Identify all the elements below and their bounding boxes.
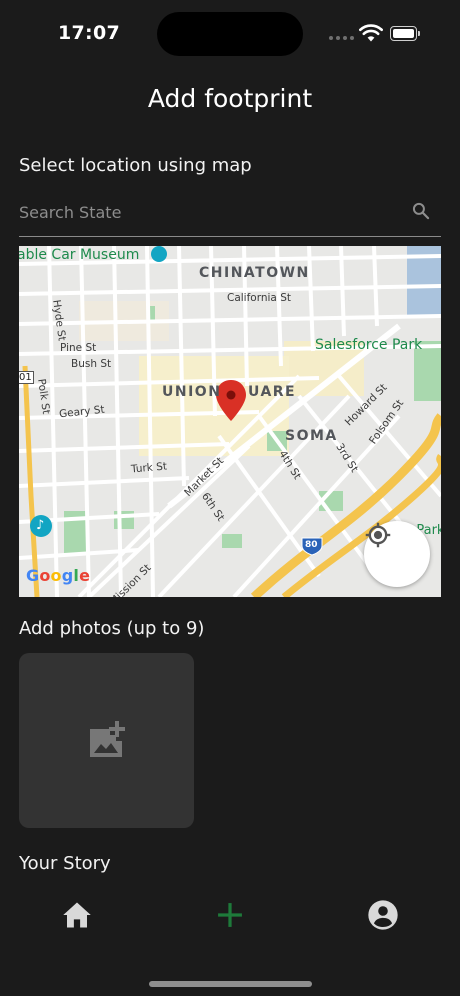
location-map[interactable]: able Car Museum CHINATOWN Salesforce Par…	[19, 246, 441, 597]
map-district-soma: SOMA	[285, 428, 338, 444]
page-title: Add footprint	[147, 84, 313, 113]
status-time: 17:07	[58, 22, 120, 44]
map-district-chinatown: CHINATOWN	[199, 265, 310, 281]
state-search-field[interactable]	[19, 193, 441, 237]
home-indicator	[149, 981, 312, 987]
nav-add[interactable]	[214, 899, 246, 931]
story-label: Your Story	[19, 853, 111, 874]
battery-icon	[390, 26, 421, 41]
map-route-shield-101: 01	[19, 371, 34, 384]
plus-icon	[218, 903, 242, 927]
state-search-input[interactable]	[19, 199, 399, 225]
map-poi-cable-car-museum: able Car Museum	[19, 247, 140, 263]
status-bar: 17:07	[0, 0, 460, 66]
nav-home[interactable]	[61, 899, 93, 931]
cellular-signal-icon	[329, 32, 355, 40]
wifi-icon	[359, 24, 383, 42]
nav-account[interactable]	[367, 899, 399, 931]
map-poi-salesforce-park: Salesforce Park	[315, 337, 423, 353]
add-photo-button[interactable]	[19, 653, 194, 828]
add-photo-icon	[89, 720, 125, 757]
photos-label: Add photos (up to 9)	[19, 618, 205, 639]
map-highway-shield-80: 80	[305, 540, 318, 550]
account-icon	[368, 900, 398, 930]
google-attribution: Google	[26, 566, 91, 585]
map-district-union-square-left: UNION	[162, 384, 222, 400]
location-label: Select location using map	[19, 155, 252, 176]
map-street-pine: Pine St	[60, 342, 97, 354]
dynamic-island	[157, 12, 303, 56]
music-venue-icon: ♪	[36, 518, 45, 533]
map-street-bush: Bush St	[71, 358, 112, 370]
search-icon[interactable]	[411, 201, 431, 221]
my-location-button[interactable]	[364, 521, 430, 587]
my-location-icon	[365, 522, 391, 548]
map-district-union-square-right: UARE	[248, 384, 297, 400]
map-street-california: California St	[227, 292, 291, 304]
home-icon	[63, 902, 91, 928]
